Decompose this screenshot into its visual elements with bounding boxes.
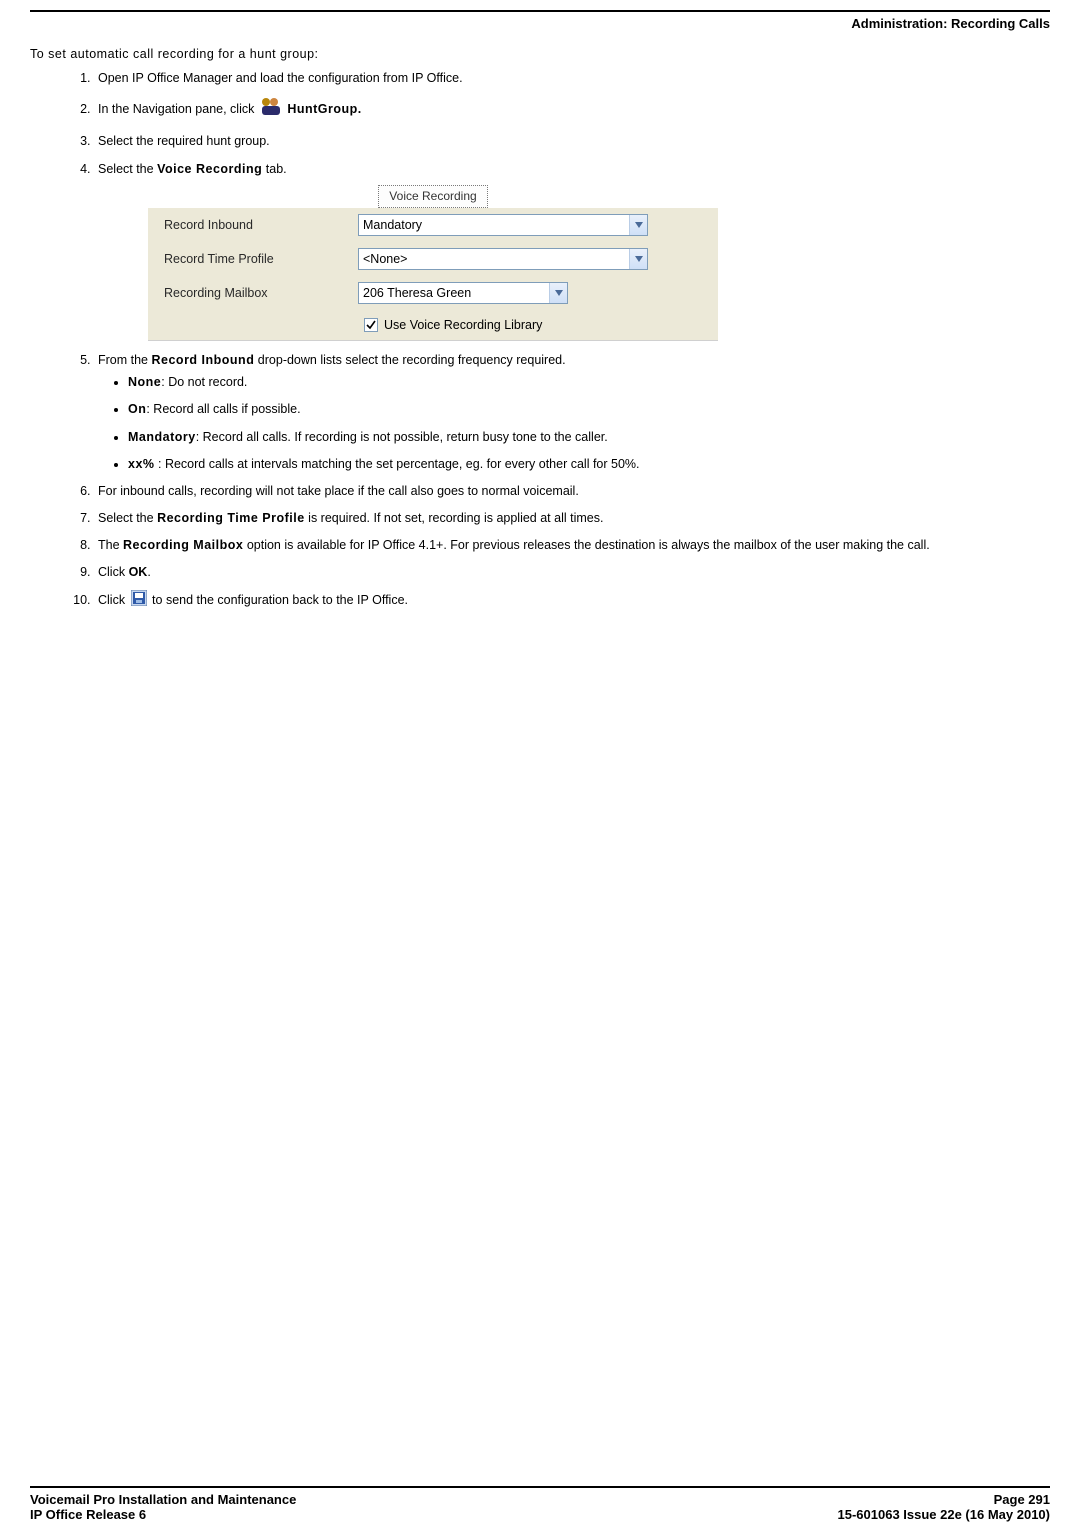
step-8-bold: Recording Mailbox [123, 538, 243, 552]
bullet-on-bold: On [128, 402, 146, 416]
select-record-inbound[interactable]: Mandatory [358, 214, 648, 236]
save-icon [131, 590, 147, 611]
footer-left-1: Voicemail Pro Installation and Maintenan… [30, 1492, 296, 1507]
huntgroup-icon [258, 96, 284, 123]
step-2: In the Navigation pane, click HuntGroup. [94, 96, 1050, 123]
footer-left-2: IP Office Release 6 [30, 1507, 296, 1522]
select-record-time-profile-value: <None> [363, 250, 407, 268]
bullet-xx-bold: xx% [128, 457, 155, 471]
bullet-none: None: Do not record. [128, 373, 1050, 391]
row-record-inbound: Record Inbound Mandatory [148, 208, 718, 242]
bullet-none-text: : Do not record. [161, 375, 247, 389]
select-recording-mailbox-value: 206 Theresa Green [363, 284, 471, 302]
page-footer: Voicemail Pro Installation and Maintenan… [30, 1486, 1050, 1522]
row-use-vrl: Use Voice Recording Library [148, 310, 718, 340]
step-9: Click OK. [94, 563, 1050, 581]
step-5-bold: Record Inbound [152, 353, 255, 367]
select-recording-mailbox[interactable]: 206 Theresa Green [358, 282, 568, 304]
bullet-mandatory: Mandatory: Record all calls. If recordin… [128, 428, 1050, 446]
step-8: The Recording Mailbox option is availabl… [94, 536, 1050, 554]
bullet-mandatory-text: : Record all calls. If recording is not … [196, 430, 608, 444]
checkbox-use-vrl-label: Use Voice Recording Library [384, 316, 542, 334]
header-section-title: Administration: Recording Calls [0, 12, 1080, 45]
step-5-pre: From the [98, 353, 152, 367]
checkbox-use-vrl[interactable] [364, 318, 378, 332]
step-4-post: tab. [262, 162, 286, 176]
step-2-pre: In the Navigation pane, click [98, 102, 258, 116]
step-10-pre: Click [98, 593, 129, 607]
row-record-time-profile: Record Time Profile <None> [148, 242, 718, 276]
chevron-down-icon [629, 215, 647, 235]
step-7-post: is required. If not set, recording is ap… [305, 511, 604, 525]
step-9-pre: Click [98, 565, 129, 579]
step-1-text: Open IP Office Manager and load the conf… [98, 71, 463, 85]
step-5-post: drop-down lists select the recording fre… [254, 353, 565, 367]
step-3-text: Select the required hunt group. [98, 134, 270, 148]
tab-voice-recording[interactable]: Voice Recording [378, 185, 487, 208]
step-5-bullets: None: Do not record. On: Record all call… [98, 373, 1050, 473]
footer-right-1: Page 291 [838, 1492, 1051, 1507]
step-1: Open IP Office Manager and load the conf… [94, 69, 1050, 87]
bullet-on: On: Record all calls if possible. [128, 400, 1050, 418]
voice-recording-panel: Voice Recording Record Inbound Mandatory… [148, 182, 718, 342]
chevron-down-icon [629, 249, 647, 269]
bullet-xx: xx% : Record calls at intervals matching… [128, 455, 1050, 473]
bullet-xx-text: : Record calls at intervals matching the… [155, 457, 640, 471]
step-list: Open IP Office Manager and load the conf… [30, 69, 1050, 611]
bullet-mandatory-bold: Mandatory [128, 430, 196, 444]
intro-heading: To set automatic call recording for a hu… [30, 45, 1050, 63]
step-6-text: For inbound calls, recording will not ta… [98, 484, 579, 498]
step-9-post: . [147, 565, 150, 579]
step-2-post: HuntGroup. [287, 102, 361, 116]
row-recording-mailbox: Recording Mailbox 206 Theresa Green [148, 276, 718, 310]
step-3: Select the required hunt group. [94, 132, 1050, 150]
label-record-inbound: Record Inbound [158, 216, 358, 234]
bullet-on-text: : Record all calls if possible. [146, 402, 300, 416]
step-5: From the Record Inbound drop-down lists … [94, 351, 1050, 473]
step-7: Select the Recording Time Profile is req… [94, 509, 1050, 527]
select-record-time-profile[interactable]: <None> [358, 248, 648, 270]
tab-row: Voice Recording [148, 182, 718, 208]
step-6: For inbound calls, recording will not ta… [94, 482, 1050, 500]
chevron-down-icon [549, 283, 567, 303]
footer-right-2: 15-601063 Issue 22e (16 May 2010) [838, 1507, 1051, 1522]
step-4: Select the Voice Recording tab. Voice Re… [94, 160, 1050, 342]
step-4-pre: Select the [98, 162, 157, 176]
select-record-inbound-value: Mandatory [363, 216, 422, 234]
step-7-bold: Recording Time Profile [157, 511, 305, 525]
step-7-pre: Select the [98, 511, 157, 525]
step-4-bold: Voice Recording [157, 162, 262, 176]
label-record-time-profile: Record Time Profile [158, 250, 358, 268]
step-10-post: to send the configuration back to the IP… [152, 593, 408, 607]
bullet-none-bold: None [128, 375, 161, 389]
label-recording-mailbox: Recording Mailbox [158, 284, 358, 302]
step-8-post: option is available for IP Office 4.1+. … [243, 538, 929, 552]
step-8-pre: The [98, 538, 123, 552]
step-10: Click to send the configuration back to … [94, 590, 1050, 611]
step-9-bold: OK [129, 565, 148, 579]
